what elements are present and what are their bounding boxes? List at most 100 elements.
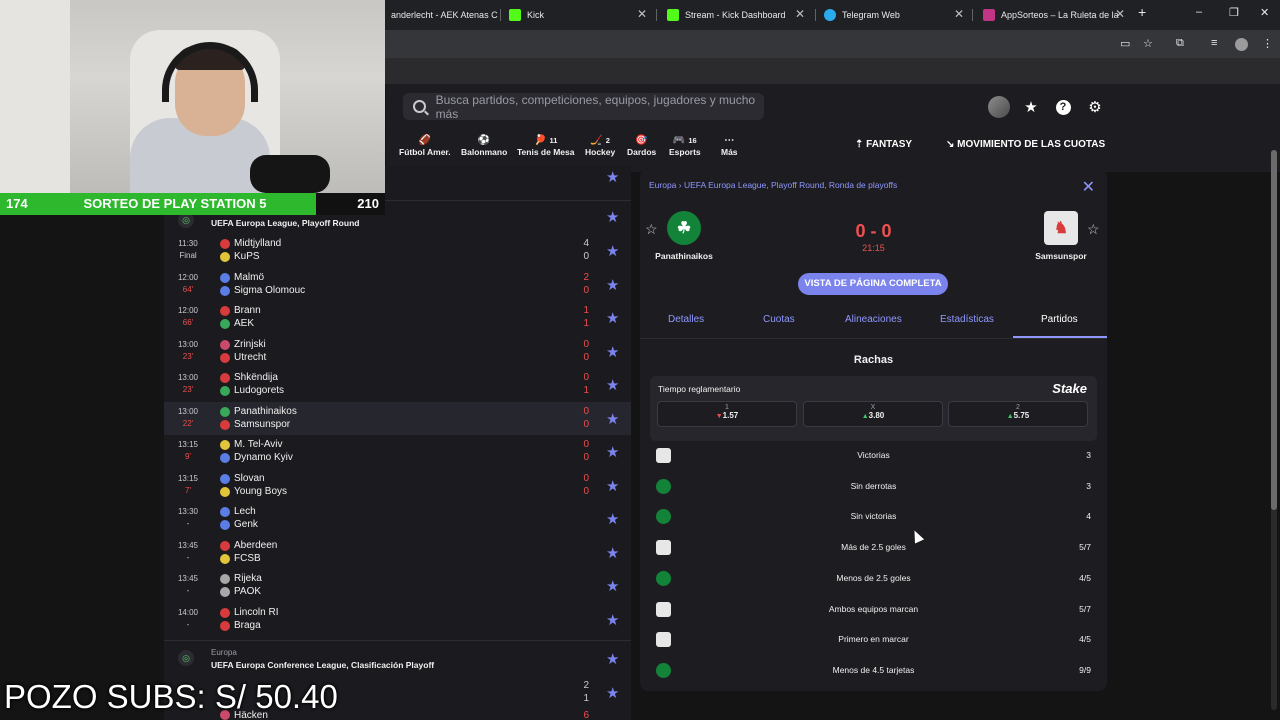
minimize-button[interactable]: – (1196, 6, 1202, 18)
background-wall (0, 0, 70, 193)
browser-tab[interactable]: Telegram Web ✕ (818, 4, 970, 26)
close-icon[interactable]: ✕ (795, 7, 805, 21)
browser-tab[interactable]: Kick ✕ (503, 4, 653, 26)
browser-tab[interactable]: anderlecht - AEK Atenas C (385, 4, 499, 26)
close-icon[interactable]: ✕ (954, 7, 964, 21)
favorite-star-icon[interactable]: ★ (606, 309, 619, 327)
favorite-star-icon[interactable]: ★ (606, 410, 619, 428)
full-page-view-button[interactable]: VISTA DE PÁGINA COMPLETA (798, 273, 948, 295)
help-icon[interactable]: ? (1052, 96, 1074, 118)
sport-count: 11 (549, 136, 558, 145)
menu-kebab-icon[interactable]: ⋮ (1262, 37, 1273, 50)
sport-tab-american-football[interactable]: 🏈 Fútbol Amer. (399, 135, 451, 157)
match-row[interactable]: 13:00 22' Panathinaikos Samsunspor 0 0 ★ (164, 401, 631, 435)
favorite-star-icon[interactable]: ★ (606, 208, 619, 226)
sport-tab-esports[interactable]: 🎮 16 Esports (669, 135, 701, 157)
match-row[interactable]: 12:00 64' Malmö Sigma Olomouc 2 0 ★ (164, 268, 631, 301)
sport-tab-more[interactable]: ⋯ Más (721, 135, 738, 157)
match-row[interactable]: 13:30 - Lech Genk ★ (164, 502, 631, 535)
match-row[interactable]: 13:15 7' Slovan Young Boys 0 0 ★ (164, 469, 631, 502)
match-row[interactable]: 13:00 23' Shkëndija Ludogorets 0 1 ★ (164, 368, 631, 401)
sport-tab-table-tennis[interactable]: 🏓 11 Tenis de Mesa (517, 135, 574, 157)
odd-key: 1 (725, 404, 729, 411)
favorite-star-icon[interactable]: ★ (606, 343, 619, 361)
home-team-logo (220, 239, 230, 249)
home-score: 4 (583, 238, 589, 249)
cast-icon[interactable]: ▭ (1120, 37, 1130, 50)
media-icon[interactable]: ≡ (1211, 37, 1217, 49)
favorite-star-icon[interactable]: ★ (606, 611, 619, 629)
tab-label: Kick (527, 10, 545, 20)
favorite-star-icon[interactable]: ★ (606, 168, 619, 186)
browser-tab[interactable]: AppSorteos – La Ruleta de la S ✕ (977, 4, 1131, 26)
away-score: 1 (583, 318, 589, 329)
away-team-name: Samsunspor (234, 418, 291, 430)
favorite-star-icon[interactable]: ★ (606, 577, 619, 595)
profile-icon[interactable] (1235, 38, 1248, 51)
fantasy-link[interactable]: ⇡ FANTASY (855, 139, 912, 150)
favorite-star-icon[interactable]: ★ (606, 650, 619, 668)
maximize-button[interactable]: ❐ (1229, 6, 1239, 19)
match-row[interactable]: 14:00 - Lincoln RI Braga ★ (164, 603, 631, 636)
favorite-star-icon[interactable]: ★ (606, 376, 619, 394)
scrollbar-thumb[interactable] (1271, 150, 1277, 510)
tab-odds[interactable]: Cuotas (763, 314, 795, 325)
match-row[interactable]: 13:00 23' Zrinjski Utrecht 0 0 ★ (164, 335, 631, 368)
bookmark-star-icon[interactable]: ☆ (1143, 37, 1153, 50)
odd-home-button[interactable]: 1 ▼1.57 (657, 401, 797, 427)
settings-gear-icon[interactable]: ⚙ (1084, 96, 1106, 118)
stake-logo[interactable]: Stake (1052, 381, 1087, 396)
match-time: 13:15 (177, 473, 199, 483)
favorite-star-icon[interactable]: ★ (606, 477, 619, 495)
home-team-name: Lincoln RI (234, 606, 279, 618)
team-score: 6 (583, 710, 589, 720)
away-team-name: Samsunspor (1035, 251, 1087, 261)
page-scrollbar[interactable] (1271, 150, 1277, 710)
match-row[interactable]: 12:00 66' Brann AEK 1 1 ★ (164, 301, 631, 334)
fantasy-label: FANTASY (866, 139, 913, 150)
favorite-star-icon[interactable]: ★ (606, 544, 619, 562)
home-team-logo (220, 607, 230, 618)
home-team-name: Zrinjski (234, 338, 266, 350)
match-row[interactable]: 13:45 - Aberdeen FCSB ★ (164, 536, 631, 569)
close-icon[interactable]: ✕ (637, 7, 647, 21)
close-icon[interactable]: ✕ (1082, 177, 1095, 197)
home-team-logo (220, 540, 230, 551)
match-row[interactable]: 11:30 Final Midtjylland KuPS 4 0 ★ (164, 234, 631, 267)
tab-lineups[interactable]: Alineaciones (845, 314, 902, 325)
favorites-star-icon[interactable]: ★ (1020, 96, 1042, 118)
match-row[interactable]: 13:45 - Rijeka PAOK ★ (164, 569, 631, 602)
tab-matches[interactable]: Partidos (1041, 314, 1078, 325)
sport-tab-darts[interactable]: 🎯 Dardos (627, 135, 656, 157)
sport-tab-hockey[interactable]: 🏒 2 Hockey (585, 135, 615, 157)
browser-tab[interactable]: Stream - Kick Dashboard ✕ (661, 4, 811, 26)
close-window-button[interactable]: ✕ (1260, 6, 1269, 19)
new-tab-button[interactable]: + (1138, 4, 1146, 20)
search-input[interactable]: Busca partidos, competiciones, equipos, … (403, 93, 764, 121)
match-row[interactable]: 13:15 9' M. Tel-Aviv Dynamo Kyiv 0 0 ★ (164, 435, 631, 468)
favorite-star-icon[interactable]: ★ (606, 684, 619, 702)
favorite-star-icon[interactable]: ★ (606, 443, 619, 461)
tab-details[interactable]: Detalles (668, 314, 704, 325)
odd-away-button[interactable]: 2 ▲5.75 (948, 401, 1088, 427)
sport-label: Más (721, 147, 738, 157)
favorite-star-icon[interactable]: ☆ (1087, 221, 1100, 238)
user-avatar[interactable] (988, 96, 1010, 118)
extensions-icon[interactable]: ⧉ (1176, 37, 1184, 50)
close-icon[interactable]: ✕ (1115, 7, 1125, 21)
favorite-star-icon[interactable]: ★ (606, 276, 619, 294)
microphone (250, 155, 330, 193)
match-time: 12:00 (177, 306, 199, 315)
breadcrumb-region[interactable]: Europa (649, 180, 676, 190)
odd-key: 2 (1016, 404, 1020, 411)
favorite-star-icon[interactable]: ★ (606, 510, 619, 528)
tab-statistics[interactable]: Estadísticas (940, 314, 994, 325)
match-status: 22' (182, 418, 194, 428)
odd-draw-button[interactable]: X ▲3.80 (803, 401, 943, 427)
favorite-star-icon[interactable]: ★ (606, 242, 619, 260)
breadcrumb-competition[interactable]: UEFA Europa League, Playoff Round, Ronda… (684, 180, 897, 190)
odds-movement-link[interactable]: ↘ MOVIMIENTO DE LAS CUOTAS (946, 139, 1105, 150)
sport-tab-handball[interactable]: ⚽ Balonmano (461, 135, 507, 157)
giveaway-title: SORTEO DE PLAY STATION 5 (34, 193, 316, 215)
streak-label: Sin derrotas (850, 480, 897, 491)
